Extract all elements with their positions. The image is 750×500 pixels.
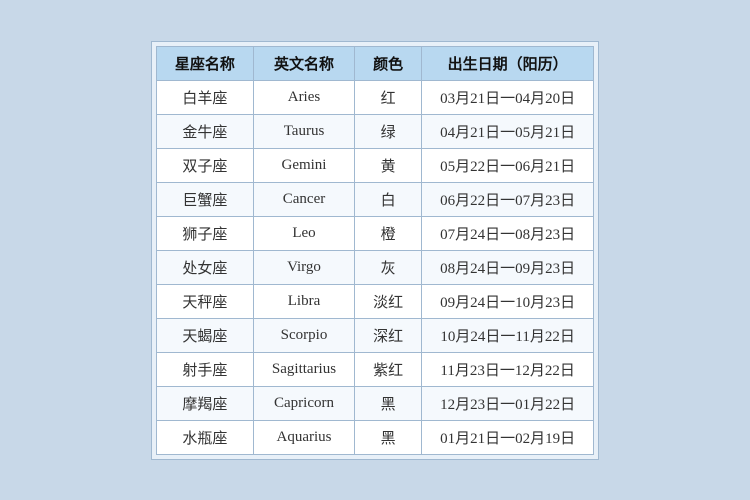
table-cell-10-0: 水瓶座 <box>156 420 253 454</box>
table-cell-8-1: Sagittarius <box>253 352 354 386</box>
table-cell-4-3: 07月24日一08月23日 <box>422 216 594 250</box>
table-cell-2-2: 黄 <box>355 148 422 182</box>
table-cell-4-1: Leo <box>253 216 354 250</box>
table-cell-0-0: 白羊座 <box>156 80 253 114</box>
zodiac-table-container: 星座名称英文名称颜色出生日期（阳历） 白羊座Aries红03月21日一04月20… <box>151 41 599 460</box>
table-cell-7-1: Scorpio <box>253 318 354 352</box>
table-cell-0-3: 03月21日一04月20日 <box>422 80 594 114</box>
table-cell-2-0: 双子座 <box>156 148 253 182</box>
zodiac-table: 星座名称英文名称颜色出生日期（阳历） 白羊座Aries红03月21日一04月20… <box>156 46 594 455</box>
table-cell-5-0: 处女座 <box>156 250 253 284</box>
table-cell-4-0: 狮子座 <box>156 216 253 250</box>
table-cell-1-3: 04月21日一05月21日 <box>422 114 594 148</box>
table-cell-0-2: 红 <box>355 80 422 114</box>
table-cell-3-3: 06月22日一07月23日 <box>422 182 594 216</box>
table-cell-9-3: 12月23日一01月22日 <box>422 386 594 420</box>
table-row: 白羊座Aries红03月21日一04月20日 <box>156 80 593 114</box>
table-cell-7-0: 天蝎座 <box>156 318 253 352</box>
table-row: 射手座Sagittarius紫红11月23日一12月22日 <box>156 352 593 386</box>
table-cell-1-2: 绿 <box>355 114 422 148</box>
table-row: 天秤座Libra淡红09月24日一10月23日 <box>156 284 593 318</box>
table-row: 处女座Virgo灰08月24日一09月23日 <box>156 250 593 284</box>
table-row: 摩羯座Capricorn黑12月23日一01月22日 <box>156 386 593 420</box>
table-cell-6-3: 09月24日一10月23日 <box>422 284 594 318</box>
table-cell-9-0: 摩羯座 <box>156 386 253 420</box>
column-header-3: 出生日期（阳历） <box>422 46 594 80</box>
table-row: 金牛座Taurus绿04月21日一05月21日 <box>156 114 593 148</box>
table-cell-1-0: 金牛座 <box>156 114 253 148</box>
table-cell-6-0: 天秤座 <box>156 284 253 318</box>
table-cell-5-1: Virgo <box>253 250 354 284</box>
table-row: 天蝎座Scorpio深红10月24日一11月22日 <box>156 318 593 352</box>
table-cell-9-1: Capricorn <box>253 386 354 420</box>
table-cell-9-2: 黑 <box>355 386 422 420</box>
table-cell-3-1: Cancer <box>253 182 354 216</box>
table-cell-10-1: Aquarius <box>253 420 354 454</box>
table-cell-2-3: 05月22日一06月21日 <box>422 148 594 182</box>
column-header-0: 星座名称 <box>156 46 253 80</box>
table-cell-10-2: 黑 <box>355 420 422 454</box>
table-header-row: 星座名称英文名称颜色出生日期（阳历） <box>156 46 593 80</box>
table-cell-4-2: 橙 <box>355 216 422 250</box>
table-cell-6-1: Libra <box>253 284 354 318</box>
table-row: 狮子座Leo橙07月24日一08月23日 <box>156 216 593 250</box>
column-header-1: 英文名称 <box>253 46 354 80</box>
table-cell-5-2: 灰 <box>355 250 422 284</box>
table-cell-3-0: 巨蟹座 <box>156 182 253 216</box>
table-cell-1-1: Taurus <box>253 114 354 148</box>
column-header-2: 颜色 <box>355 46 422 80</box>
table-cell-7-3: 10月24日一11月22日 <box>422 318 594 352</box>
table-cell-5-3: 08月24日一09月23日 <box>422 250 594 284</box>
table-cell-6-2: 淡红 <box>355 284 422 318</box>
table-cell-0-1: Aries <box>253 80 354 114</box>
table-cell-3-2: 白 <box>355 182 422 216</box>
table-cell-8-0: 射手座 <box>156 352 253 386</box>
table-cell-8-3: 11月23日一12月22日 <box>422 352 594 386</box>
table-row: 水瓶座Aquarius黑01月21日一02月19日 <box>156 420 593 454</box>
table-row: 双子座Gemini黄05月22日一06月21日 <box>156 148 593 182</box>
table-cell-2-1: Gemini <box>253 148 354 182</box>
table-row: 巨蟹座Cancer白06月22日一07月23日 <box>156 182 593 216</box>
table-cell-10-3: 01月21日一02月19日 <box>422 420 594 454</box>
table-body: 白羊座Aries红03月21日一04月20日金牛座Taurus绿04月21日一0… <box>156 80 593 454</box>
table-cell-8-2: 紫红 <box>355 352 422 386</box>
table-cell-7-2: 深红 <box>355 318 422 352</box>
